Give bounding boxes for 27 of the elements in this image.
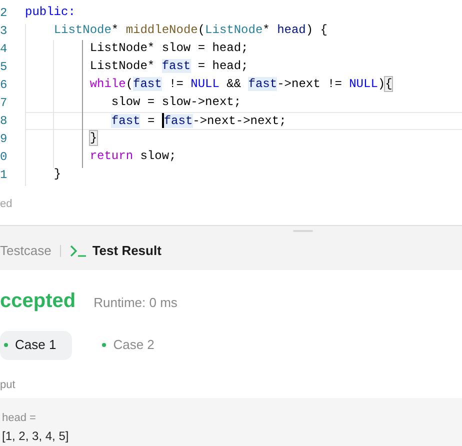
line-number: 4	[0, 41, 8, 58]
line-number: 9	[0, 131, 8, 148]
line-number: 8	[0, 113, 8, 130]
line-number: 5	[0, 59, 8, 76]
param-value: [1, 2, 3, 4, 5]	[2, 429, 70, 443]
panel-tab[interactable]: Test Result	[70, 241, 162, 261]
line-number: 7	[0, 95, 8, 112]
line-number: 2	[0, 5, 8, 22]
status-text: ed	[0, 197, 14, 212]
line-number: 1	[0, 167, 8, 184]
code-line: public:	[25, 4, 76, 21]
case-tab[interactable]: Case 1	[0, 330, 72, 360]
code-line: slow = slow->next;	[110, 94, 242, 111]
code-line: ListNode* fast = head;	[88, 58, 250, 75]
runtime-text: Runtime: 0 ms	[94, 294, 178, 312]
code-line: }	[52, 166, 62, 183]
code-line: ListNode* middleNode(ListNode* head) {	[52, 22, 328, 39]
verdict-text: ccepted	[0, 289, 76, 314]
param-name: head =	[2, 411, 37, 425]
line-number: 6	[0, 77, 8, 94]
code-line: return slow;	[88, 148, 178, 165]
code-line: fast = fast->next->next;	[25, 112, 462, 130]
code-line: ListNode* slow = head;	[88, 40, 250, 57]
code-line: while(fast != NULL && fast->next != NULL){	[88, 76, 394, 93]
line-number: 0	[0, 149, 8, 166]
input-label: put	[0, 378, 16, 393]
line-number: 3	[0, 23, 8, 40]
